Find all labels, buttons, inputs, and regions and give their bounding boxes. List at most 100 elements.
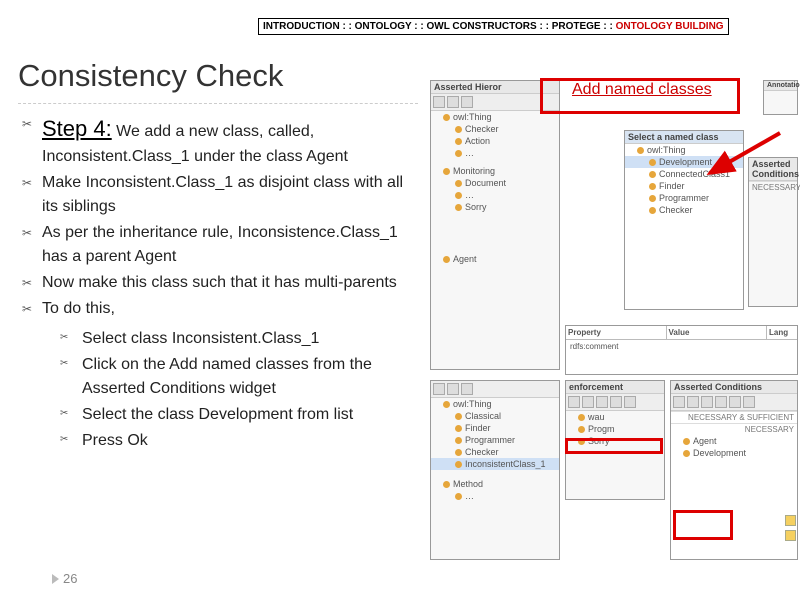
class-icon	[649, 171, 656, 178]
tree-item-selected[interactable]: InconsistentClass_1	[431, 458, 559, 470]
bullet-marker: ✂	[22, 271, 42, 295]
condition-item[interactable]: Development	[671, 447, 797, 459]
class-icon	[649, 159, 656, 166]
class-icon	[455, 413, 462, 420]
tool-button[interactable]	[461, 96, 473, 108]
class-icon	[649, 195, 656, 202]
tree-item[interactable]: Checker	[431, 123, 559, 135]
tree-item[interactable]: Programmer	[431, 434, 559, 446]
condition-label: NECESSARY	[671, 423, 797, 435]
lower-conditions-panel: Asserted Conditions NECESSARY & SUFFICIE…	[670, 380, 798, 560]
tool-button[interactable]	[715, 396, 727, 408]
tool-button[interactable]	[447, 383, 459, 395]
tool-button[interactable]	[461, 383, 473, 395]
tree-item[interactable]: …	[431, 147, 559, 159]
tree-item[interactable]: owl:Thing	[431, 111, 559, 123]
bullet-text: Inconsistent.Class_1 under the class Age…	[42, 145, 422, 169]
class-icon	[578, 438, 585, 445]
class-icon	[455, 204, 462, 211]
info-icon[interactable]	[785, 530, 796, 541]
tree-item[interactable]: …	[431, 490, 559, 502]
table-row[interactable]: rdfs:comment	[566, 340, 797, 353]
tree-item[interactable]: owl:Thing	[431, 398, 559, 410]
class-icon	[637, 147, 644, 154]
class-icon	[455, 425, 462, 432]
class-icon	[443, 256, 450, 263]
bullet-marker: ✂	[60, 353, 82, 401]
class-icon	[455, 449, 462, 456]
breadcrumb: INTRODUCTION : : ONTOLOGY : : OWL CONSTR…	[258, 18, 729, 35]
bullet-text: To do this,	[42, 297, 422, 321]
toolbar	[431, 94, 559, 111]
tool-button[interactable]	[729, 396, 741, 408]
tool-button[interactable]	[582, 396, 594, 408]
enforcement-panel: enforcement wau Progm Sorry	[565, 380, 665, 500]
tree-item[interactable]: Action	[431, 135, 559, 147]
info-icon[interactable]	[785, 515, 796, 526]
step-label: Step 4:	[42, 116, 112, 141]
tool-button[interactable]	[447, 96, 459, 108]
tool-button[interactable]	[743, 396, 755, 408]
bullet-text: Now make this class such that it has mul…	[42, 271, 422, 295]
tree-item[interactable]: Sorry	[431, 201, 559, 213]
tree-item[interactable]: Agent	[431, 253, 559, 265]
asserted-hierarchy-panel: Asserted Hieror owl:Thing Checker Action…	[430, 80, 560, 370]
bullet-text: As per the inheritance rule, Inconsisten…	[42, 221, 422, 269]
sub-bullet-text: Select the class Development from list	[82, 403, 422, 427]
tool-button[interactable]	[687, 396, 699, 408]
bullet-marker: ✂	[22, 112, 42, 169]
tool-button[interactable]	[596, 396, 608, 408]
tree-item[interactable]: …	[431, 189, 559, 201]
tool-button[interactable]	[673, 396, 685, 408]
title-divider	[18, 103, 418, 104]
tool-button[interactable]	[433, 383, 445, 395]
red-arrow-icon	[700, 128, 790, 188]
tool-button[interactable]	[433, 96, 445, 108]
class-icon	[578, 414, 585, 421]
breadcrumb-text: INTRODUCTION : : ONTOLOGY : : OWL CONSTR…	[263, 21, 616, 32]
tree-item[interactable]: Checker	[431, 446, 559, 458]
sub-bullet-text: Select class Inconsistent.Class_1	[82, 327, 422, 351]
sub-bullet-text: Click on the Add named classes from the …	[82, 353, 422, 401]
tree-item[interactable]: Programmer	[625, 192, 743, 204]
bullet-marker: ✂	[60, 429, 82, 453]
page-number-text: 26	[63, 571, 77, 586]
tree-item[interactable]: Classical	[431, 410, 559, 422]
list-item[interactable]: wau	[566, 411, 664, 423]
annotations-panel: Annotations	[763, 80, 798, 115]
list-item[interactable]: Progm	[566, 423, 664, 435]
class-icon	[455, 461, 462, 468]
property-table: Property Value Lang rdfs:comment	[565, 325, 798, 375]
tool-button[interactable]	[624, 396, 636, 408]
condition-item[interactable]: Agent	[671, 435, 797, 447]
class-icon	[443, 481, 450, 488]
class-icon	[455, 192, 462, 199]
tool-button[interactable]	[701, 396, 713, 408]
class-icon	[649, 183, 656, 190]
class-icon	[683, 450, 690, 457]
bullet-marker: ✂	[22, 171, 42, 219]
tree-item[interactable]: Finder	[431, 422, 559, 434]
breadcrumb-highlight: ONTOLOGY BUILDING	[616, 21, 724, 32]
toolbar	[566, 394, 664, 411]
class-icon	[455, 437, 462, 444]
tree-item[interactable]: Document	[431, 177, 559, 189]
step-line: Step 4: We add a new class, called, Inco…	[42, 112, 422, 169]
tool-button[interactable]	[568, 396, 580, 408]
panel-header: Asserted Conditions	[671, 381, 797, 394]
class-icon	[455, 180, 462, 187]
tool-button[interactable]	[610, 396, 622, 408]
tree-item[interactable]: Checker	[625, 204, 743, 216]
toolbar	[431, 381, 559, 398]
bullet-marker: ✂	[22, 221, 42, 269]
class-icon	[443, 168, 450, 175]
bullet-text: Make Inconsistent.Class_1 as disjoint cl…	[42, 171, 422, 219]
condition-label: NECESSARY & SUFFICIENT	[671, 411, 797, 423]
step-rest: We add a new class, called,	[112, 123, 314, 140]
lower-hierarchy-panel: owl:Thing Classical Finder Programmer Ch…	[430, 380, 560, 560]
list-item[interactable]: Sorry	[566, 435, 664, 447]
tree-item[interactable]: Monitoring	[431, 165, 559, 177]
page-number: 26	[52, 571, 77, 586]
tree-item[interactable]: Method	[431, 478, 559, 490]
class-icon	[683, 438, 690, 445]
